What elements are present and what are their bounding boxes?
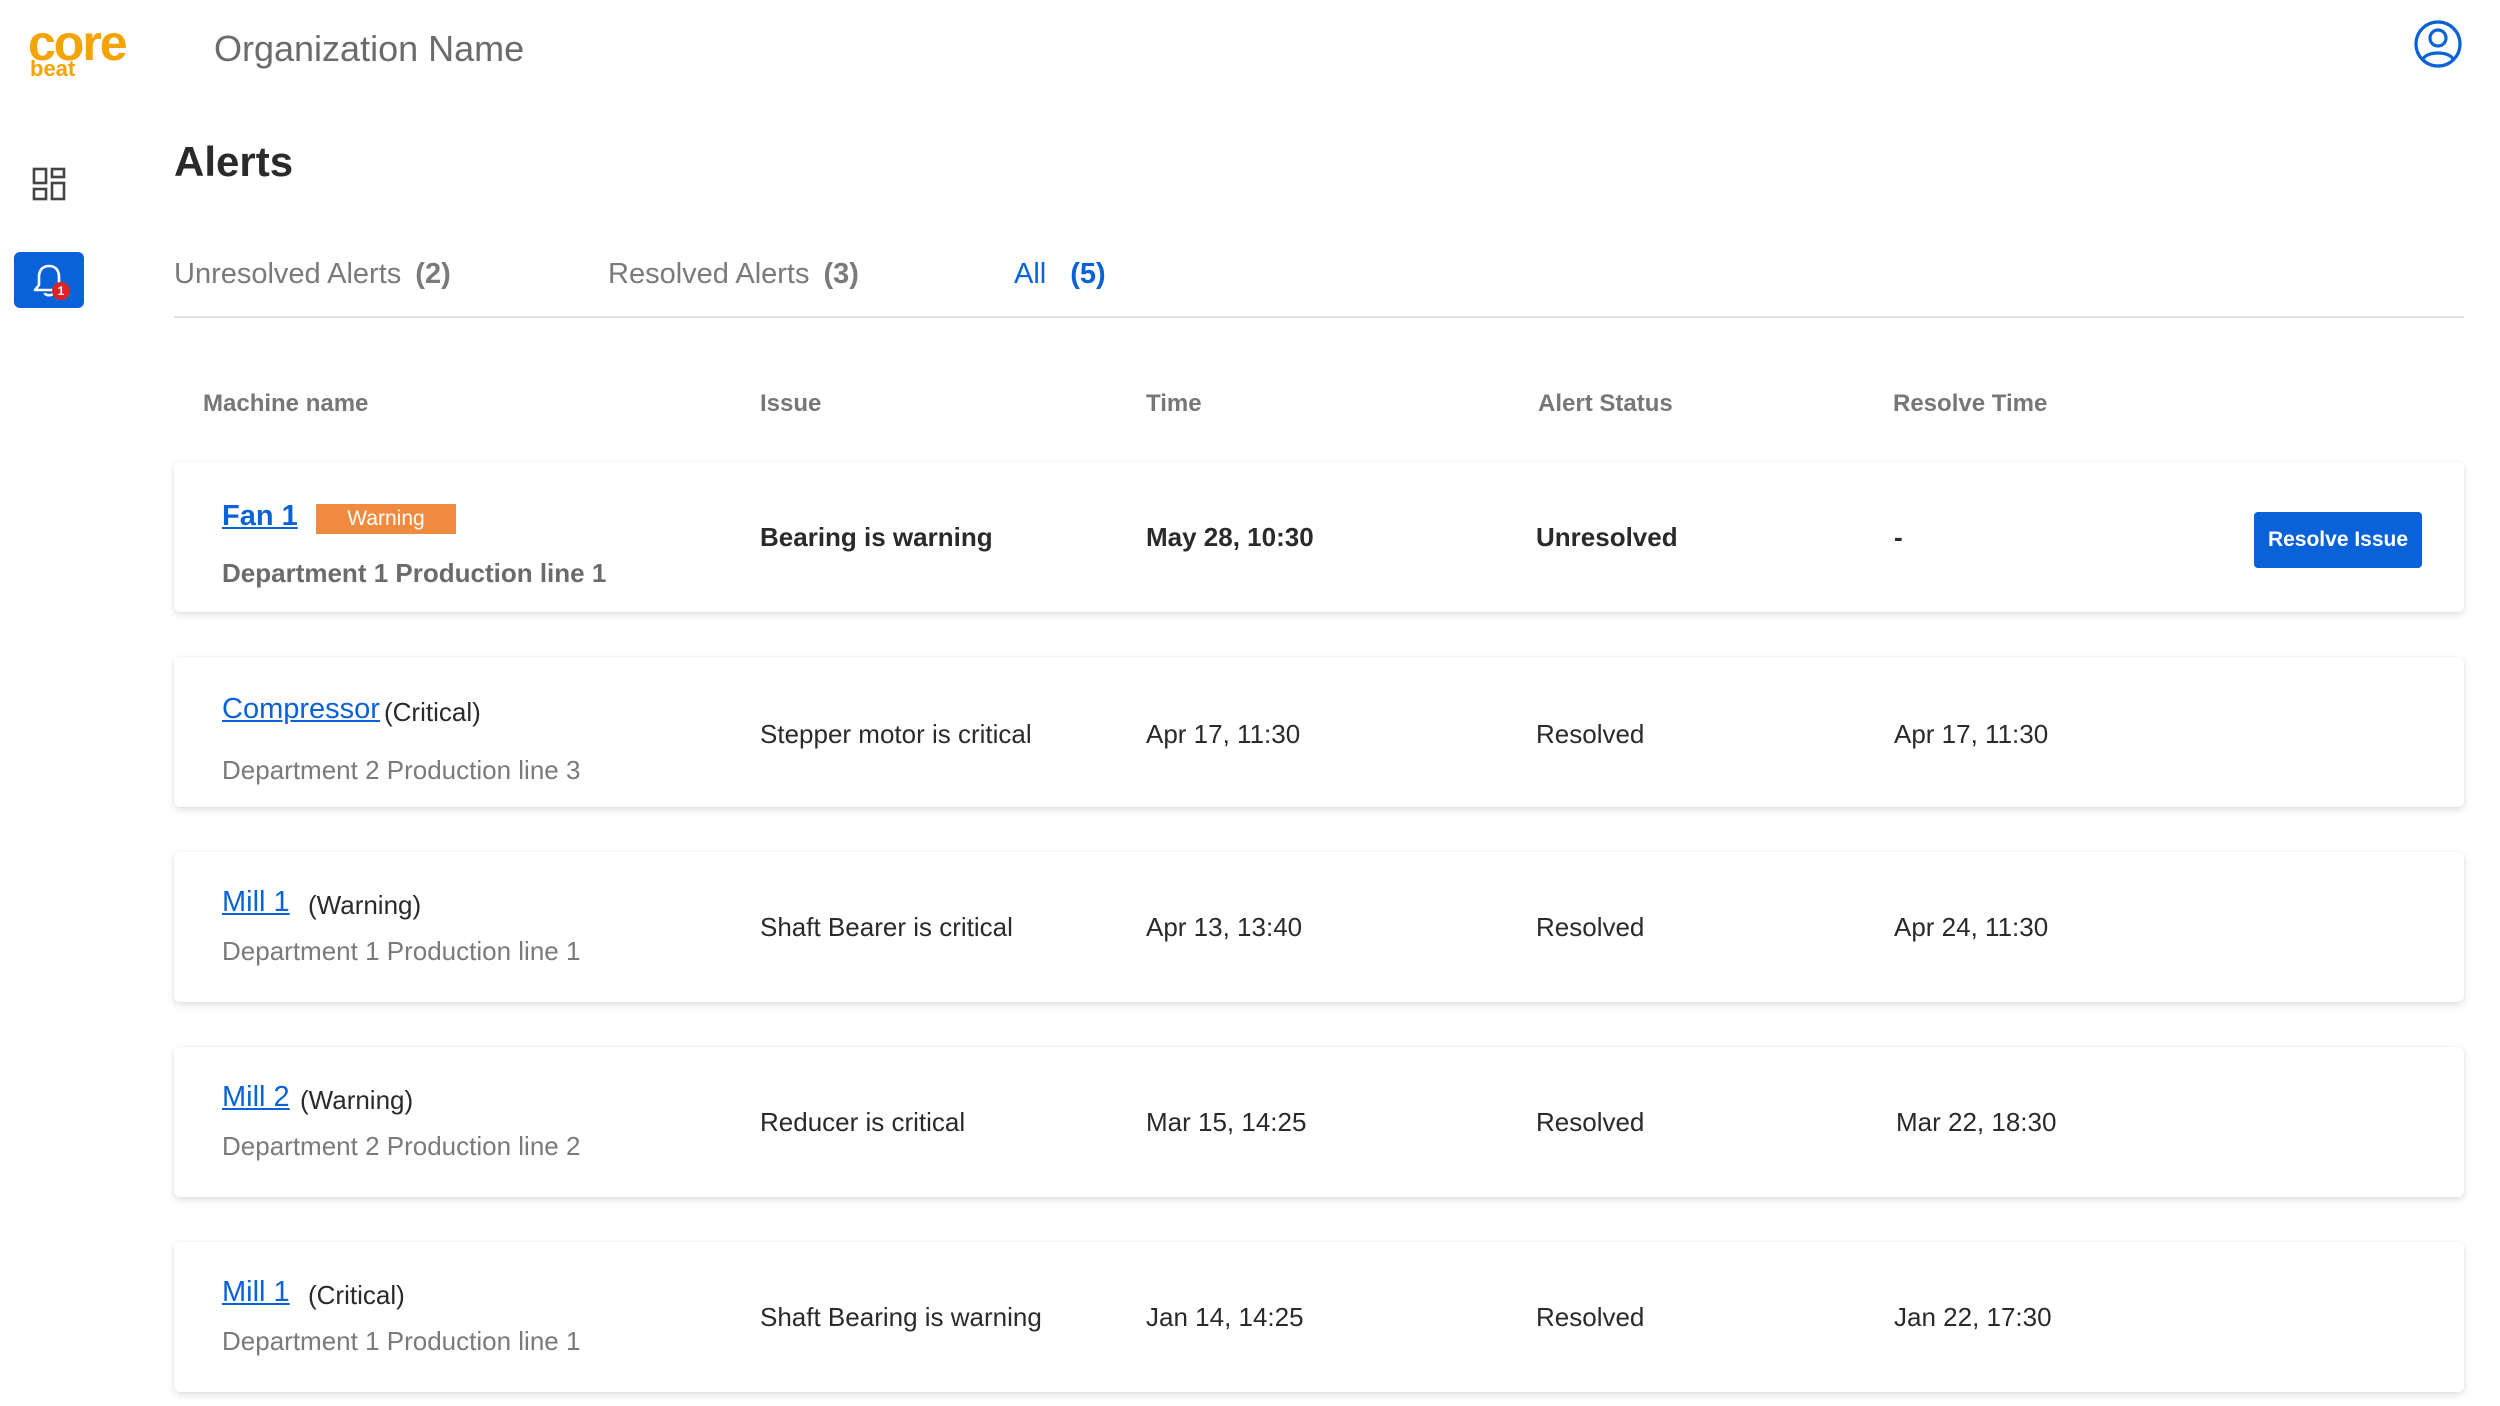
alert-status: Resolved xyxy=(1536,1302,1645,1332)
machine-location: Department 2 Production line 3 xyxy=(222,755,581,785)
app-root: core beat 1 Organization Name Alerts Unr… xyxy=(0,0,2500,1406)
sidebar-item-alerts[interactable]: 1 xyxy=(14,252,84,308)
severity-label: (Warning) xyxy=(300,1085,414,1115)
table-row: Mill 1 (Warning) Department 1 Production… xyxy=(174,852,2464,1002)
issue-text: Stepper motor is critical xyxy=(760,719,1032,749)
column-header-alert-status[interactable]: Alert Status xyxy=(1538,390,1673,418)
tab-count: (5) xyxy=(1070,258,1106,290)
machine-location: Department 1 Production line 1 xyxy=(222,1326,581,1356)
alert-time: Mar 15, 14:25 xyxy=(1146,1107,1307,1137)
alert-time: May 28, 10:30 xyxy=(1146,522,1314,552)
issue-text: Bearing is warning xyxy=(760,522,993,552)
issue-text: Reducer is critical xyxy=(760,1107,966,1137)
page-title: Alerts xyxy=(174,138,294,185)
table-row: Mill 2 (Warning) Department 2 Production… xyxy=(174,1047,2464,1197)
machine-name-link[interactable]: Mill 1 xyxy=(222,1276,290,1309)
tab-label: Resolved Alerts xyxy=(608,258,810,290)
column-header-machine-name[interactable]: Machine name xyxy=(203,390,368,418)
issue-text: Shaft Bearing is warning xyxy=(760,1302,1042,1332)
resolve-time: Jan 22, 17:30 xyxy=(1894,1302,2052,1332)
alert-tabs: Unresolved Alerts (2) Resolved Alerts (3) … xyxy=(174,252,2464,318)
resolve-time: Apr 24, 11:30 xyxy=(1894,912,2049,942)
alert-status: Resolved xyxy=(1536,719,1645,749)
warning-badge: Warning xyxy=(316,504,456,534)
alert-status: Resolved xyxy=(1536,1107,1645,1137)
tab-count: (2) xyxy=(415,258,451,290)
machine-name-link[interactable]: Compressor xyxy=(222,693,380,726)
machine-name-link[interactable]: Fan 1 xyxy=(222,500,298,533)
column-header-time[interactable]: Time xyxy=(1146,390,1202,418)
alert-status: Unresolved xyxy=(1536,522,1678,552)
machine-location: Department 1 Production line 1 xyxy=(222,558,607,588)
tab-all-alerts[interactable]: All (5) xyxy=(1014,258,1106,291)
alert-time: Jan 14, 14:25 xyxy=(1146,1302,1304,1332)
resolve-issue-button[interactable]: Resolve Issue xyxy=(2254,512,2422,568)
grid-icon xyxy=(32,167,66,201)
column-header-resolve-time[interactable]: Resolve Time xyxy=(1893,390,2047,418)
user-circle-icon[interactable] xyxy=(2412,18,2464,70)
resolve-time: Mar 22, 18:30 xyxy=(1896,1107,2057,1137)
organization-name[interactable]: Organization Name xyxy=(214,28,524,70)
tab-resolved-alerts[interactable]: Resolved Alerts (3) xyxy=(608,258,859,291)
sidebar-item-dashboard[interactable] xyxy=(14,156,84,212)
logo-beat-text: beat xyxy=(30,56,76,81)
tab-label: All xyxy=(1014,258,1047,290)
issue-text: Shaft Bearer is critical xyxy=(760,912,1013,942)
resolve-time: - xyxy=(1894,522,1903,552)
machine-name-link[interactable]: Mill 1 xyxy=(222,886,290,919)
machine-location: Department 2 Production line 2 xyxy=(222,1131,581,1161)
tab-label: Unresolved Alerts xyxy=(174,258,402,290)
table-row: Fan 1 Warning Department 1 Production li… xyxy=(174,462,2464,612)
severity-label: (Critical) xyxy=(384,697,481,727)
table-row: Compressor (Critical) Department 2 Produ… xyxy=(174,657,2464,807)
severity-label: (Critical) xyxy=(308,1280,405,1310)
alerts-count-badge: 1 xyxy=(52,282,70,300)
table-row: Mill 1 (Critical) Department 1 Productio… xyxy=(174,1242,2464,1392)
alert-status: Resolved xyxy=(1536,912,1645,942)
column-header-issue[interactable]: Issue xyxy=(760,390,821,418)
logo[interactable]: core beat xyxy=(28,18,138,80)
tab-unresolved-alerts[interactable]: Unresolved Alerts (2) xyxy=(174,258,451,291)
machine-location: Department 1 Production line 1 xyxy=(222,936,581,966)
alert-time: Apr 17, 11:30 xyxy=(1146,719,1301,749)
machine-name-link[interactable]: Mill 2 xyxy=(222,1081,290,1114)
severity-label: (Warning) xyxy=(308,890,422,920)
tab-count: (3) xyxy=(823,258,859,290)
resolve-time: Apr 17, 11:30 xyxy=(1894,719,2049,749)
alert-time: Apr 13, 13:40 xyxy=(1146,912,1303,942)
